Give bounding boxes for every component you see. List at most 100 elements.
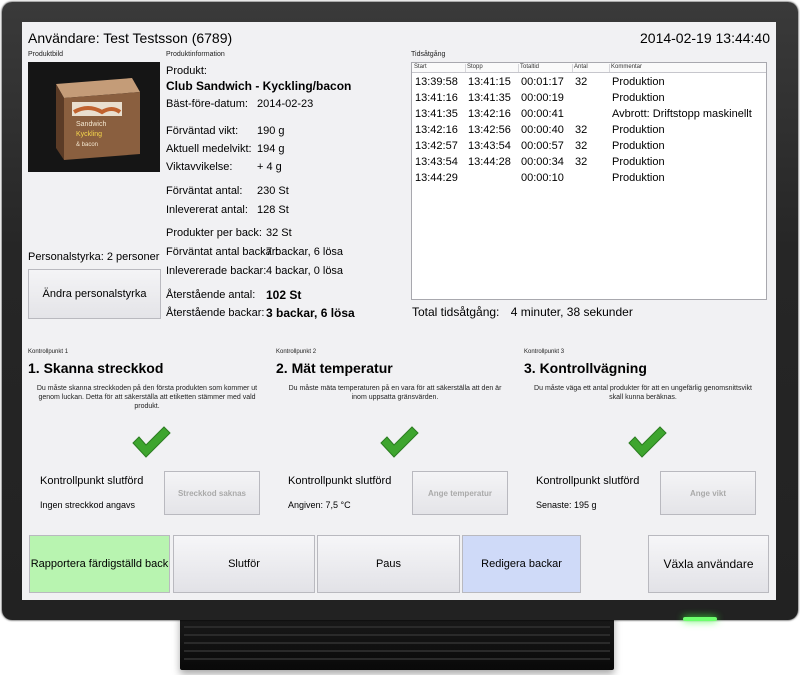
cell-stop: 13:42:56 <box>468 124 511 136</box>
cell-stop: 13:44:28 <box>468 156 511 168</box>
cell-start: 13:44:29 <box>415 172 458 184</box>
checkpoint-action-button[interactable]: Ange temperatur <box>412 471 508 515</box>
checkpoint-caption: Kontrollpunkt 3 <box>524 349 565 355</box>
cell-start: 13:41:16 <box>415 92 458 104</box>
edit-trays-button[interactable]: Redigera backar <box>462 535 581 593</box>
checkpoint-title: 2. Mät temperatur <box>276 360 393 376</box>
product-info-label: Återstående backar: <box>166 307 265 319</box>
cell-stop: 13:43:54 <box>468 140 511 152</box>
cell-comment: Produktion <box>612 156 665 168</box>
cell-start: 13:41:35 <box>415 108 458 120</box>
checkpoint-description: Du måste mäta temperaturen på en vara fö… <box>288 385 502 402</box>
cell-count: 32 <box>575 76 588 88</box>
table-row[interactable]: 13:41:35 13:42:16 00:00:41 Avbrott: Driftst… <box>412 107 766 123</box>
time-log-caption: Tidsåtgång <box>411 51 446 58</box>
product-info-value: 102 St <box>266 288 302 302</box>
user-title: Användare: Test Testsson (6789) <box>28 30 233 46</box>
cell-count: 32 <box>575 124 588 136</box>
checkmark-icon <box>627 425 667 459</box>
table-row[interactable]: 13:42:16 13:42:56 00:00:40 32 Produktion <box>412 123 766 139</box>
product-info-label: Inlevererat antal: <box>166 204 248 216</box>
checkpoint-action-button[interactable]: Streckkod saknas <box>164 471 260 515</box>
product-info-label: Återstående antal: <box>166 289 256 301</box>
cell-comment: Avbrott: Driftstopp maskinellt <box>612 108 752 120</box>
product-info-label: Förväntat antal backar: <box>166 246 279 258</box>
checkpoint-status: Angiven: 7,5 °C <box>288 500 351 510</box>
svg-text:& bacon: & bacon <box>76 142 98 148</box>
cell-start: 13:42:57 <box>415 140 458 152</box>
cell-total: 00:00:57 <box>521 140 564 152</box>
cell-comment: Produktion <box>612 76 665 88</box>
checkpoint-description: Du måste väga ett antal produkter för at… <box>534 385 752 402</box>
product-info-value: 128 St <box>257 204 289 216</box>
cell-total: 00:00:19 <box>521 92 564 104</box>
staff-strength-label: Personalstyrka: 2 personer <box>28 251 160 263</box>
cell-start: 13:43:54 <box>415 156 458 168</box>
report-finished-tray-button[interactable]: Rapportera färdigställd back <box>29 535 170 593</box>
cell-comment: Produktion <box>612 124 665 136</box>
switch-user-button[interactable]: Växla användare <box>648 535 769 593</box>
table-row[interactable]: 13:41:16 13:41:35 00:00:19 Produktion <box>412 91 766 107</box>
cell-total: 00:00:34 <box>521 156 564 168</box>
checkpoint-status: Ingen streckkod angavs <box>40 500 136 510</box>
total-time-label: Total tidsåtgång: <box>412 305 500 319</box>
cell-total: 00:01:17 <box>521 76 564 88</box>
change-staff-button[interactable]: Ändra personalstyrka <box>28 269 161 319</box>
table-row[interactable]: 13:42:57 13:43:54 00:00:57 32 Produktion <box>412 139 766 155</box>
cell-count: 32 <box>575 156 588 168</box>
table-row[interactable]: 13:43:54 13:44:28 00:00:34 32 Produktion <box>412 155 766 171</box>
product-image: Sandwich Kyckling & bacon <box>28 62 160 172</box>
product-info-value: 4 backar, 0 lösa <box>266 265 344 277</box>
column-header-start[interactable]: Start <box>414 64 466 72</box>
cell-start: 13:42:16 <box>415 124 458 136</box>
checkpoint-caption: Kontrollpunkt 1 <box>28 349 69 355</box>
finish-button[interactable]: Slutför <box>173 535 315 593</box>
product-name: Club Sandwich - Kyckling/bacon <box>166 79 352 93</box>
product-info-label: Förväntad vikt: <box>166 125 239 137</box>
cell-start: 13:39:58 <box>415 76 458 88</box>
checkpoint-done-label: Kontrollpunkt slutförd <box>536 475 640 487</box>
checkpoint-done-label: Kontrollpunkt slutförd <box>40 475 144 487</box>
cell-comment: Produktion <box>612 172 665 184</box>
product-info-label: Viktavvikelse: <box>166 161 233 173</box>
column-header-comment[interactable]: Kommentar <box>611 64 766 72</box>
product-info-value: 194 g <box>257 143 285 155</box>
table-row[interactable]: 13:44:29 00:00:10 Produktion <box>412 171 766 187</box>
cell-stop: 13:41:35 <box>468 92 511 104</box>
checkpoint-title: 3. Kontrollvägning <box>524 360 647 376</box>
product-info-label: Bäst-före-datum: <box>166 98 248 110</box>
product-info-value: + 4 g <box>257 161 282 173</box>
product-info-label: Inlevererade backar: <box>166 265 267 277</box>
checkmark-icon <box>379 425 419 459</box>
checkpoint-done-label: Kontrollpunkt slutförd <box>288 475 392 487</box>
monitor-stand <box>180 612 614 670</box>
app-screen: Användare: Test Testsson (6789) 2014-02-… <box>22 22 776 600</box>
time-log-table: Start Stopp Totaltid Antal Kommentar 13:… <box>411 62 767 300</box>
checkpoint-caption: Kontrollpunkt 2 <box>276 349 317 355</box>
product-info-label: Produkter per back: <box>166 227 262 239</box>
cell-comment: Produktion <box>612 140 665 152</box>
column-header-count[interactable]: Antal <box>574 64 610 72</box>
cell-stop: 13:42:16 <box>468 108 511 120</box>
cell-stop: 13:41:15 <box>468 76 511 88</box>
cell-total: 00:00:10 <box>521 172 564 184</box>
product-info-caption: Produktinformation <box>166 51 225 58</box>
column-header-stop[interactable]: Stopp <box>467 64 519 72</box>
column-header-total[interactable]: Totaltid <box>520 64 573 72</box>
checkpoint-status: Senaste: 195 g <box>536 500 597 510</box>
table-row[interactable]: 13:39:58 13:41:15 00:01:17 32 Produktion <box>412 75 766 91</box>
cell-count: 32 <box>575 140 588 152</box>
pause-button[interactable]: Paus <box>317 535 460 593</box>
product-info-value: 7 backar, 6 lösa <box>266 246 344 258</box>
product-info-value: 3 backar, 6 lösa <box>266 306 355 320</box>
time-log-header: Start Stopp Totaltid Antal Kommentar <box>412 63 766 73</box>
cell-comment: Produktion <box>612 92 665 104</box>
total-time-value: 4 minuter, 38 sekunder <box>510 305 633 319</box>
power-led <box>683 617 717 621</box>
cell-total: 00:00:40 <box>521 124 564 136</box>
svg-text:Kyckling: Kyckling <box>76 131 102 138</box>
checkpoint-description: Du måste skanna streckkoden på den först… <box>36 385 258 411</box>
svg-text:Sandwich: Sandwich <box>76 121 106 128</box>
product-info-value: 32 St <box>266 227 292 239</box>
checkpoint-action-button[interactable]: Ange vikt <box>660 471 756 515</box>
